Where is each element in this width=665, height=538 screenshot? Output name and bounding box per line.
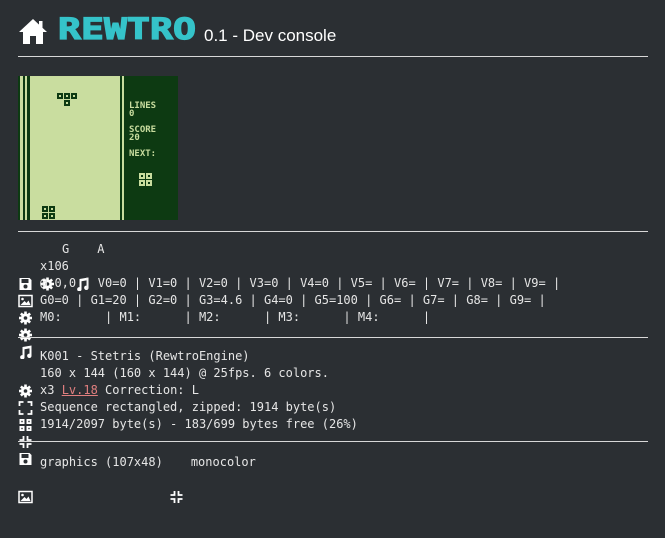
compress-icon (169, 456, 184, 503)
version-label: 0.1 - Dev console (204, 26, 337, 45)
music-text: M0: | M1: | M2: | M3: | M4: | (40, 310, 431, 324)
header: REWTRO 0.1 - Dev console (18, 11, 337, 48)
footer-panel: graphics (107x48) monocolor (18, 454, 256, 503)
gear-icon[interactable] (40, 243, 55, 290)
image-icon (18, 260, 33, 307)
music-row: M0: | M1: | M2: | M3: | M4: | (18, 309, 560, 359)
svg-text:REWTRO: REWTRO (58, 14, 196, 44)
status-panel: G A x106 @ 0,0 | V0=0 | V1=0 | V2=0 | V3… (18, 241, 561, 359)
score-value: 20 (129, 133, 140, 143)
level-link[interactable]: Lv.18 (62, 382, 98, 399)
expand-icon (18, 367, 33, 415)
gear-icon (18, 350, 33, 397)
grid-icon (18, 384, 33, 431)
resolution-text: 160 x 144 (160 x 144) @ 25fps. 6 colors. (40, 366, 329, 380)
audio-mode: A (97, 242, 105, 256)
vars-row: @ 0,0 | V0=0 | V1=0 | V2=0 | V3=0 | V4=0… (18, 275, 561, 324)
globals-row: G0=0 | G1=20 | G2=0 | G3=4.6 | G4=0 | G5… (18, 292, 560, 341)
cart-panel: K001 - Stetris (RewtroEngine) 160 x 144 … (18, 348, 358, 465)
next-label: NEXT: (129, 149, 156, 159)
size-row: 1914/2097 byte(s) - 183/699 bytes free (… (18, 416, 358, 465)
rewtro-logo: REWTRO (57, 11, 198, 48)
save-icon[interactable] (18, 243, 33, 290)
lines-value: 0 (129, 109, 134, 119)
home-icon[interactable] (18, 17, 48, 45)
cart-title: K001 - Stetris (RewtroEngine) (40, 349, 250, 363)
resolution-row: 160 x 144 (160 x 144) @ 25fps. 6 colors. (18, 365, 358, 415)
graphics-text: graphics (107x48) (40, 455, 163, 469)
correction-text: Correction: L (105, 383, 199, 397)
image-icon (18, 456, 33, 503)
mode-text: monocolor (190, 455, 256, 469)
sequence-text: Sequence rectangled, zipped: 1914 byte(s… (40, 400, 337, 414)
cart-title-row: K001 - Stetris (RewtroEngine) (18, 348, 358, 397)
game-screen[interactable]: LINES 0 SCORE 20 NEXT: (18, 76, 178, 220)
vars-text: @ 0,0 | V0=0 | V1=0 | V2=0 | V3=0 | V4=0… (40, 276, 561, 290)
divider (18, 337, 648, 338)
music-icon (18, 311, 33, 359)
music-icon[interactable] (75, 243, 90, 291)
globals-text: G0=0 | G1=20 | G2=0 | G3=4.6 | G4=0 | G5… (40, 293, 546, 307)
gear-icon (18, 277, 33, 324)
compress-icon (18, 401, 33, 448)
graphics-row: graphics (107x48) monocolor (18, 454, 256, 503)
sequence-row: Sequence rectangled, zipped: 1914 byte(s… (18, 399, 358, 448)
controls-row: G A (18, 241, 560, 291)
zoom-value: x106 (40, 259, 69, 273)
divider (18, 441, 648, 442)
graphics-mode: G (62, 242, 70, 256)
divider (18, 231, 648, 232)
gear-icon (18, 294, 33, 341)
size-text: 1914/2097 byte(s) - 183/699 bytes free (… (40, 417, 358, 431)
save-icon (18, 418, 33, 465)
divider (18, 56, 648, 57)
scale-value: x3 (40, 383, 55, 397)
scale-row: x3 Lv.18 Correction: L (18, 382, 358, 431)
